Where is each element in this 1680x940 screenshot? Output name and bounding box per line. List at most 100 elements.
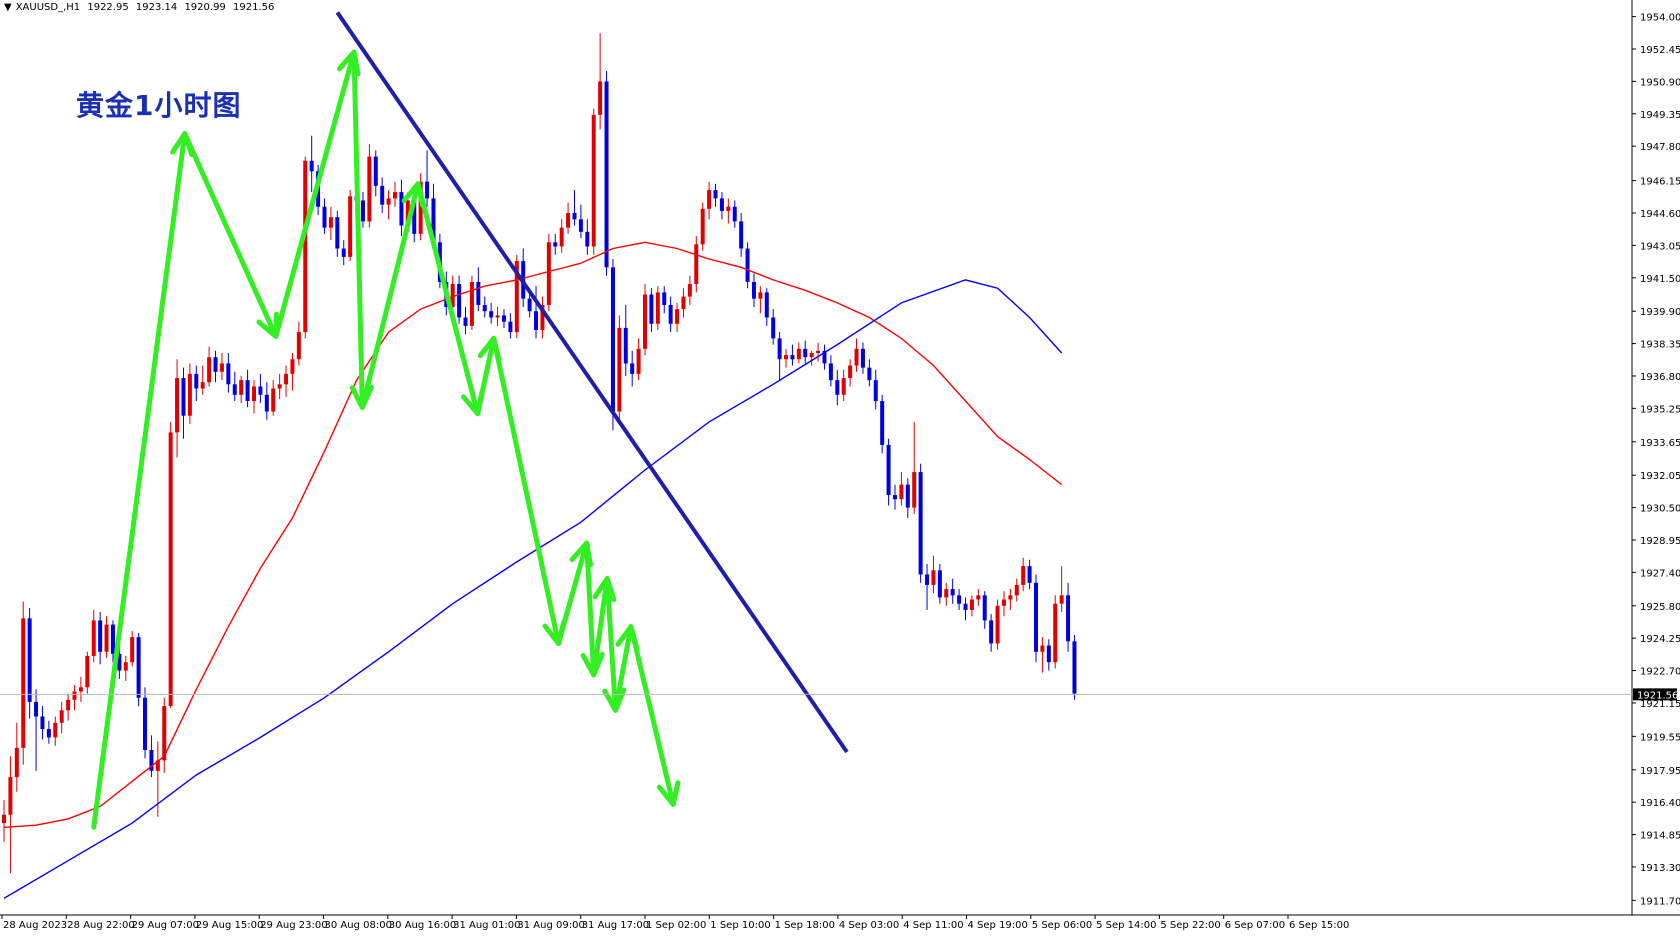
collapse-triangle-icon[interactable]: ▼ [4, 2, 12, 13]
candle [514, 254, 519, 339]
candle-body [860, 348, 865, 368]
time-tick-label: 1 Sep 10:00 [710, 920, 770, 931]
candle [200, 365, 205, 395]
candle [681, 288, 686, 318]
candle-body [245, 380, 250, 402]
time-tick-label: 1 Sep 18:00 [775, 920, 835, 931]
candle-body [989, 620, 994, 644]
candle-body [232, 384, 237, 395]
candle-body [668, 304, 673, 324]
arrow-segment [628, 624, 676, 807]
axes-layer: 1954.00 1952.45 1950.90 1949.35 1947.80 1946.… [0, 0, 1680, 931]
candle [469, 275, 474, 331]
candle [21, 601, 26, 765]
candle-body [591, 114, 596, 247]
price-tick-label: 1943.05 [1640, 241, 1680, 252]
candle [399, 179, 404, 236]
candle [739, 213, 744, 257]
candle [1072, 635, 1077, 700]
candle-body [892, 495, 897, 500]
price-tick-label: 1917.95 [1640, 766, 1680, 777]
price-tick-label: 1939.90 [1640, 307, 1680, 318]
candle-body [271, 388, 276, 412]
candle [175, 359, 180, 458]
candle [944, 582, 949, 606]
candle-body [1066, 595, 1071, 642]
candle [1053, 595, 1058, 669]
candle [963, 597, 968, 621]
candle [1059, 566, 1064, 613]
candle [425, 150, 430, 207]
candle [495, 307, 500, 326]
candle [1021, 557, 1026, 592]
candle [822, 344, 827, 370]
candle [655, 286, 660, 331]
candle-body [393, 192, 398, 199]
price-tick-label: 1930.50 [1640, 504, 1680, 515]
candle [1040, 637, 1045, 673]
candle [1014, 578, 1019, 602]
chart-canvas[interactable]: 1954.00 1952.45 1950.90 1949.35 1947.80 1946.… [0, 0, 1680, 940]
candles-layer [2, 33, 1077, 874]
candle [687, 275, 692, 305]
time-tick-label: 29 Aug 15:00 [196, 920, 263, 931]
candle [181, 367, 186, 439]
candle-body [707, 190, 712, 209]
candle [559, 219, 564, 253]
candle-body [777, 338, 782, 360]
candle-body [136, 637, 141, 698]
candle-body [380, 185, 385, 205]
candle [675, 302, 680, 333]
candle [700, 202, 705, 251]
candle-body [104, 624, 109, 652]
chart-window: 1954.00 1952.45 1950.90 1949.35 1947.80 1946.… [0, 0, 1680, 940]
time-tick-label: 5 Sep 06:00 [1032, 920, 1092, 931]
candle-body [425, 181, 430, 199]
candle [918, 463, 923, 583]
candle [72, 685, 77, 711]
candle-body [995, 605, 1000, 644]
candle [848, 359, 853, 387]
candle [534, 286, 539, 339]
candle-body [944, 589, 949, 598]
candle-body [559, 227, 564, 247]
candle [790, 344, 795, 366]
candle-body [277, 384, 282, 389]
candle-body [675, 309, 680, 324]
candle-body [239, 380, 244, 395]
candle-body [655, 292, 660, 324]
candle-body [527, 298, 532, 312]
candle-body [912, 472, 917, 508]
candle-body [617, 327, 622, 412]
candle-body [835, 380, 840, 395]
time-tick-label: 6 Sep 07:00 [1225, 920, 1285, 931]
candle [598, 33, 603, 130]
candle-body [348, 196, 353, 257]
candle [66, 693, 71, 721]
candle [393, 181, 398, 207]
candle-body [604, 81, 609, 268]
candle [886, 438, 891, 506]
candle [207, 346, 212, 387]
candle-body [373, 156, 378, 186]
candle [950, 578, 955, 604]
candle [264, 382, 269, 420]
candle-body [937, 570, 942, 598]
candle-body [2, 814, 6, 824]
candle-body [880, 401, 885, 445]
candle [187, 363, 192, 425]
candle [53, 716, 58, 746]
candle-body [489, 311, 494, 318]
candle [1066, 582, 1071, 652]
symbol-info-bar: ▼ XAUUSD_,H1 1922.95 1923.14 1920.99 1921… [4, 2, 278, 13]
candle-body [200, 382, 205, 389]
candle-body [636, 348, 641, 374]
candle-body [143, 697, 148, 750]
candle-body [790, 355, 795, 360]
candle [239, 375, 244, 404]
candle [1027, 559, 1032, 590]
candle [578, 204, 583, 239]
candle [751, 273, 756, 308]
price-tick-label: 1946.15 [1640, 177, 1680, 188]
candle-body [867, 367, 872, 381]
